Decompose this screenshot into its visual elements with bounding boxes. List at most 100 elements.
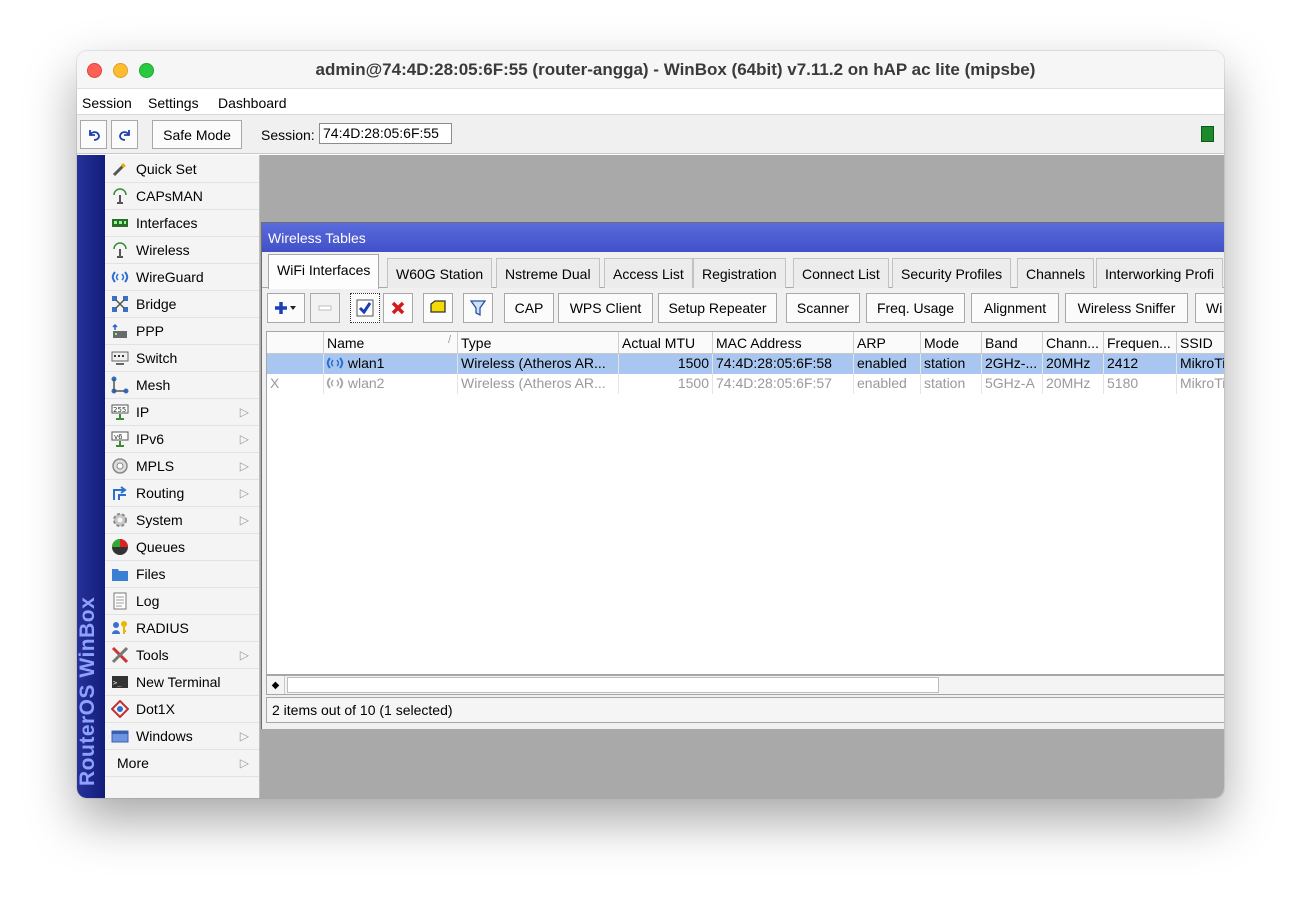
menu-settings[interactable]: Settings [148, 95, 199, 111]
table-row[interactable]: wlan1 Wireless (Atheros AR... 1500 74:4D… [267, 354, 1224, 374]
comment-button[interactable] [423, 293, 453, 323]
cap-button[interactable]: CAP [504, 293, 554, 323]
sidebar-item-log[interactable]: Log [105, 588, 259, 615]
submenu-arrow-icon: ▷ [239, 459, 249, 473]
row-ssid: MikroTik [1177, 374, 1224, 394]
session-label: Session: [261, 127, 315, 143]
column-channel-width[interactable]: Chann... [1043, 332, 1104, 354]
sidebar-item-dot1x[interactable]: Dot1X [105, 696, 259, 723]
sidebar-item-quick-set[interactable]: Quick Set [105, 156, 259, 183]
sidebar-item-interfaces[interactable]: Interfaces [105, 210, 259, 237]
sort-indicator-icon: / [447, 334, 451, 346]
submenu-arrow-icon: ▷ [239, 756, 249, 770]
row-name: wlan1 [347, 355, 385, 371]
column-actual-mtu[interactable]: Actual MTU [619, 332, 713, 354]
tab-channels[interactable]: Channels [1017, 258, 1095, 288]
tab-connect-list[interactable]: Connect List [793, 258, 889, 288]
row-frequency: 2412 [1104, 354, 1177, 374]
sidebar: Quick Set CAPsMAN Interfaces Wireless Wi… [105, 155, 260, 798]
menu-session[interactable]: Session [82, 95, 132, 111]
wlan-icon [326, 377, 344, 389]
tab-nstreme-dual[interactable]: Nstreme Dual [496, 258, 600, 288]
sidebar-item-radius[interactable]: RADIUS [105, 615, 259, 642]
brand-text: RouterOS WinBox [77, 596, 99, 786]
column-arp[interactable]: ARP [854, 332, 921, 354]
row-band: 5GHz-A [982, 374, 1043, 394]
wps-client-button[interactable]: WPS Client [558, 293, 653, 323]
column-frequency[interactable]: Frequen... [1104, 332, 1177, 354]
column-ssid[interactable]: SSID [1177, 332, 1224, 354]
setup-repeater-button[interactable]: Setup Repeater [658, 293, 777, 323]
wireless-snooper-button[interactable]: Wi [1195, 293, 1224, 323]
scanner-button[interactable]: Scanner [786, 293, 860, 323]
ip-icon: 255 [110, 402, 130, 422]
menu-dashboard[interactable]: Dashboard [218, 95, 287, 111]
sidebar-item-mpls[interactable]: MPLS ▷ [105, 453, 259, 480]
row-mac: 74:4D:28:05:6F:58 [713, 354, 854, 374]
radius-icon [110, 618, 130, 638]
tab-interworking-profiles[interactable]: Interworking Profi [1096, 258, 1223, 288]
winbox-window: admin@74:4D:28:05:6F:55 (router-angga) -… [77, 51, 1224, 798]
row-arp: enabled [854, 374, 921, 394]
sidebar-item-windows[interactable]: Windows ▷ [105, 723, 259, 750]
tools-icon [110, 645, 130, 665]
wireless-sniffer-button[interactable]: Wireless Sniffer [1065, 293, 1188, 323]
sidebar-item-new-terminal[interactable]: >_ New Terminal [105, 669, 259, 696]
sidebar-item-more[interactable]: More ▷ [105, 750, 259, 777]
wireless-tables-title[interactable]: Wireless Tables [262, 223, 1224, 252]
filter-button[interactable] [463, 293, 493, 323]
redo-button[interactable] [111, 120, 138, 149]
wlan-icon [326, 357, 344, 369]
status-bar: 2 items out of 10 (1 selected) [266, 697, 1224, 723]
redo-icon [118, 129, 130, 141]
horizontal-scrollbar[interactable]: ◆ [266, 675, 1224, 695]
alignment-button[interactable]: Alignment [971, 293, 1059, 323]
table-row[interactable]: X wlan2 Wireless (Atheros AR... 1500 74:… [267, 374, 1224, 394]
freq-usage-button[interactable]: Freq. Usage [866, 293, 965, 323]
sidebar-item-capsman[interactable]: CAPsMAN [105, 183, 259, 210]
row-mtu: 1500 [619, 354, 713, 374]
sidebar-item-mesh[interactable]: Mesh [105, 372, 259, 399]
sidebar-item-files[interactable]: Files [105, 561, 259, 588]
row-type: Wireless (Atheros AR... [458, 374, 619, 394]
column-mode[interactable]: Mode [921, 332, 982, 354]
column-flags[interactable] [267, 332, 324, 354]
sidebar-item-system[interactable]: System ▷ [105, 507, 259, 534]
tab-w60g-station[interactable]: W60G Station [387, 258, 493, 288]
tab-wifi-interfaces[interactable]: WiFi Interfaces [268, 254, 380, 289]
column-type[interactable]: Type [458, 332, 619, 354]
sidebar-item-wireless[interactable]: Wireless [105, 237, 259, 264]
remove-button[interactable] [310, 293, 340, 323]
scroll-left-icon[interactable]: ◆ [267, 676, 285, 694]
sidebar-item-ppp[interactable]: PPP [105, 318, 259, 345]
scrollbar-thumb[interactable] [287, 677, 939, 693]
antenna-icon [110, 240, 130, 260]
tab-security-profiles[interactable]: Security Profiles [892, 258, 1012, 288]
safe-mode-button[interactable]: Safe Mode [152, 120, 242, 149]
sidebar-item-bridge[interactable]: Bridge [105, 291, 259, 318]
sidebar-item-queues[interactable]: Queues [105, 534, 259, 561]
table-header: Name / Type Actual MTU MAC Address ARP M… [267, 332, 1224, 354]
sidebar-item-ip[interactable]: 255 IP ▷ [105, 399, 259, 426]
sidebar-item-wireguard[interactable]: WireGuard [105, 264, 259, 291]
column-band[interactable]: Band [982, 332, 1043, 354]
column-mac-address[interactable]: MAC Address [713, 332, 854, 354]
routing-icon [110, 483, 130, 503]
wireguard-icon [110, 267, 130, 287]
undo-button[interactable] [80, 120, 107, 149]
row-mtu: 1500 [619, 374, 713, 394]
row-name: wlan2 [347, 375, 385, 391]
tab-registration[interactable]: Registration [693, 258, 786, 288]
sidebar-item-routing[interactable]: Routing ▷ [105, 480, 259, 507]
sidebar-item-tools[interactable]: Tools ▷ [105, 642, 259, 669]
add-button[interactable] [267, 293, 305, 323]
disable-button[interactable] [383, 293, 413, 323]
sidebar-item-switch[interactable]: Switch [105, 345, 259, 372]
enable-button[interactable] [350, 293, 380, 323]
tab-access-list[interactable]: Access List [604, 258, 693, 288]
column-name[interactable]: Name / [324, 332, 458, 354]
sidebar-item-ipv6[interactable]: v6 IPv6 ▷ [105, 426, 259, 453]
ipv6-icon: v6 [110, 429, 130, 449]
session-field[interactable]: 74:4D:28:05:6F:55 [319, 123, 452, 144]
check-icon [356, 299, 374, 317]
